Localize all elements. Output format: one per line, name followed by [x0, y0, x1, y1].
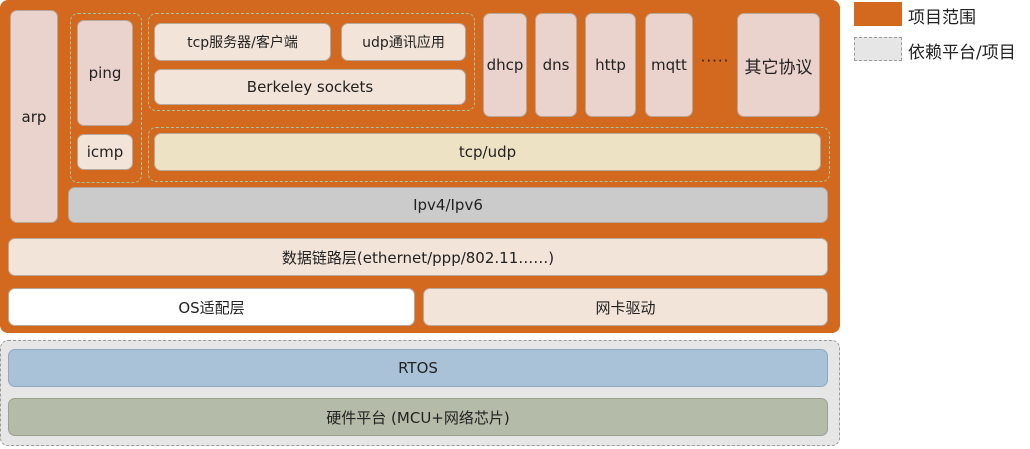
- other-protocols-block: 其它协议: [737, 13, 820, 117]
- icmp-block: icmp: [77, 134, 133, 170]
- tcp-server-client-label: tcp服务器/客户端: [187, 35, 298, 51]
- udp-app-block: udp通讯应用: [341, 23, 466, 61]
- nic-driver-block: 网卡驱动: [423, 288, 828, 326]
- ellipsis-text: ·····: [700, 52, 730, 70]
- http-block: http: [585, 13, 636, 117]
- rtos-label: RTOS: [398, 359, 438, 377]
- dns-block: dns: [535, 13, 577, 117]
- datalink-layer-block: 数据链路层(ethernet/ppp/802.11……): [8, 238, 828, 276]
- arp-label: arp: [21, 107, 47, 126]
- udp-app-label: udp通讯应用: [362, 35, 445, 51]
- legend-project-swatch: [854, 2, 902, 26]
- ping-block: ping: [77, 20, 133, 126]
- legend-dependency-swatch: [854, 37, 902, 61]
- os-adapter-label: OS适配层: [178, 298, 245, 317]
- legend-project-label: 项目范围: [908, 8, 976, 28]
- http-label: http: [595, 56, 626, 74]
- ip-layer-label: Ipv4/Ipv6: [413, 196, 483, 214]
- ip-layer-block: Ipv4/Ipv6: [68, 187, 828, 223]
- tcp-server-client-block: tcp服务器/客户端: [154, 23, 331, 61]
- rtos-block: RTOS: [8, 349, 828, 387]
- hardware-label: 硬件平台 (MCU+网络芯片): [326, 408, 510, 427]
- other-protocols-label: 其它协议: [744, 57, 813, 78]
- berkeley-sockets-label: Berkeley sockets: [246, 78, 374, 96]
- dhcp-label: dhcp: [486, 56, 524, 74]
- arp-block: arp: [10, 10, 58, 223]
- dhcp-block: dhcp: [483, 13, 527, 117]
- dns-label: dns: [542, 56, 570, 74]
- legend-dependency-label: 依赖平台/项目: [908, 43, 1016, 63]
- mqtt-label: mqtt: [651, 56, 687, 74]
- tcp-udp-label: tcp/udp: [458, 143, 517, 161]
- nic-driver-label: 网卡驱动: [595, 298, 656, 317]
- tcp-udp-block: tcp/udp: [154, 133, 821, 171]
- datalink-layer-label: 数据链路层(ethernet/ppp/802.11……): [281, 248, 555, 267]
- hardware-block: 硬件平台 (MCU+网络芯片): [8, 398, 828, 436]
- berkeley-sockets-block: Berkeley sockets: [154, 69, 466, 105]
- os-adapter-block: OS适配层: [8, 288, 415, 326]
- ping-label: ping: [88, 64, 122, 82]
- mqtt-block: mqtt: [645, 13, 693, 117]
- icmp-label: icmp: [86, 143, 124, 161]
